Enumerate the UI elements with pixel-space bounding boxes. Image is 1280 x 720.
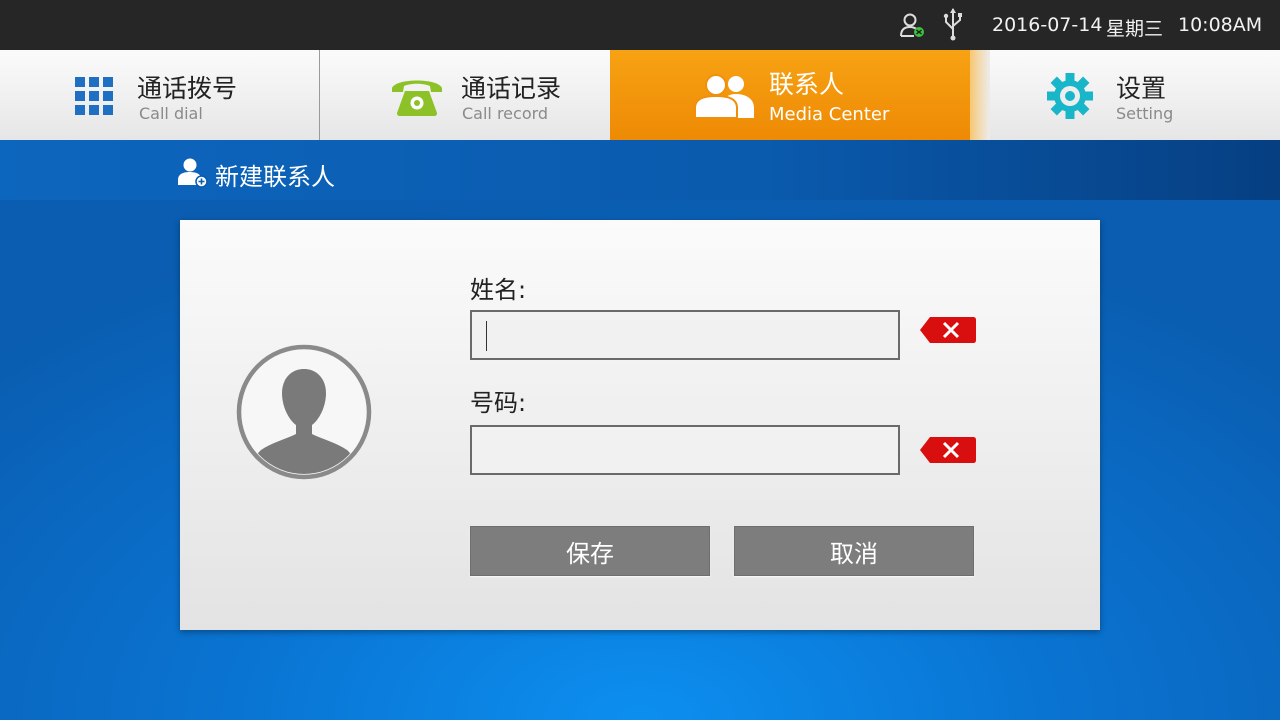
telephone-icon [392, 80, 442, 116]
gear-icon [1047, 73, 1093, 119]
tab-accent-strip [970, 50, 990, 140]
tab-call-dial-title: 通话拨号 [137, 74, 238, 103]
name-label: 姓名: [470, 276, 527, 304]
tab-call-record-title: 通话记录 [461, 74, 562, 103]
new-contact-form: 姓名: 号码: 保存 取消 [180, 220, 1100, 630]
section-title: 新建联系人 [215, 163, 335, 191]
tab-setting-title: 设置 [1116, 74, 1167, 103]
clear-number-button[interactable] [920, 437, 976, 463]
avatar-icon[interactable] [236, 344, 372, 480]
clear-name-button[interactable] [920, 317, 976, 343]
status-date: 2016-07-14 [992, 14, 1103, 36]
save-button[interactable]: 保存 [470, 526, 710, 576]
tab-call-dial-subtitle: Call dial [139, 104, 203, 123]
add-contact-icon [178, 158, 208, 188]
number-input[interactable] [470, 425, 900, 475]
main-tab-bar: 通话拨号 Call dial 通话记录 Call record 联系人 Medi… [0, 50, 1280, 140]
tab-setting[interactable]: 设置 Setting [990, 50, 1280, 140]
status-time: 10:08AM [1178, 14, 1263, 36]
status-weekday: 星期三 [1106, 18, 1164, 40]
tab-setting-subtitle: Setting [1116, 104, 1174, 123]
dialpad-icon [75, 77, 113, 115]
tab-contacts[interactable]: 联系人 Media Center [610, 50, 970, 140]
tab-call-record[interactable]: 通话记录 Call record [320, 50, 610, 140]
status-bar: 2016-07-14 星期三 10:08AM [0, 0, 1280, 50]
cancel-button[interactable]: 取消 [734, 526, 974, 576]
contacts-icon [694, 74, 754, 118]
name-input[interactable] [470, 310, 900, 360]
tab-call-record-subtitle: Call record [462, 104, 549, 123]
tab-contacts-subtitle: Media Center [769, 104, 890, 125]
tab-contacts-title: 联系人 [769, 70, 845, 99]
tab-call-dial[interactable]: 通话拨号 Call dial [0, 50, 319, 140]
usb-icon [943, 8, 962, 41]
number-label: 号码: [470, 389, 527, 417]
section-header: 新建联系人 [0, 140, 1280, 200]
user-status-icon [900, 13, 924, 37]
text-cursor [486, 321, 487, 351]
